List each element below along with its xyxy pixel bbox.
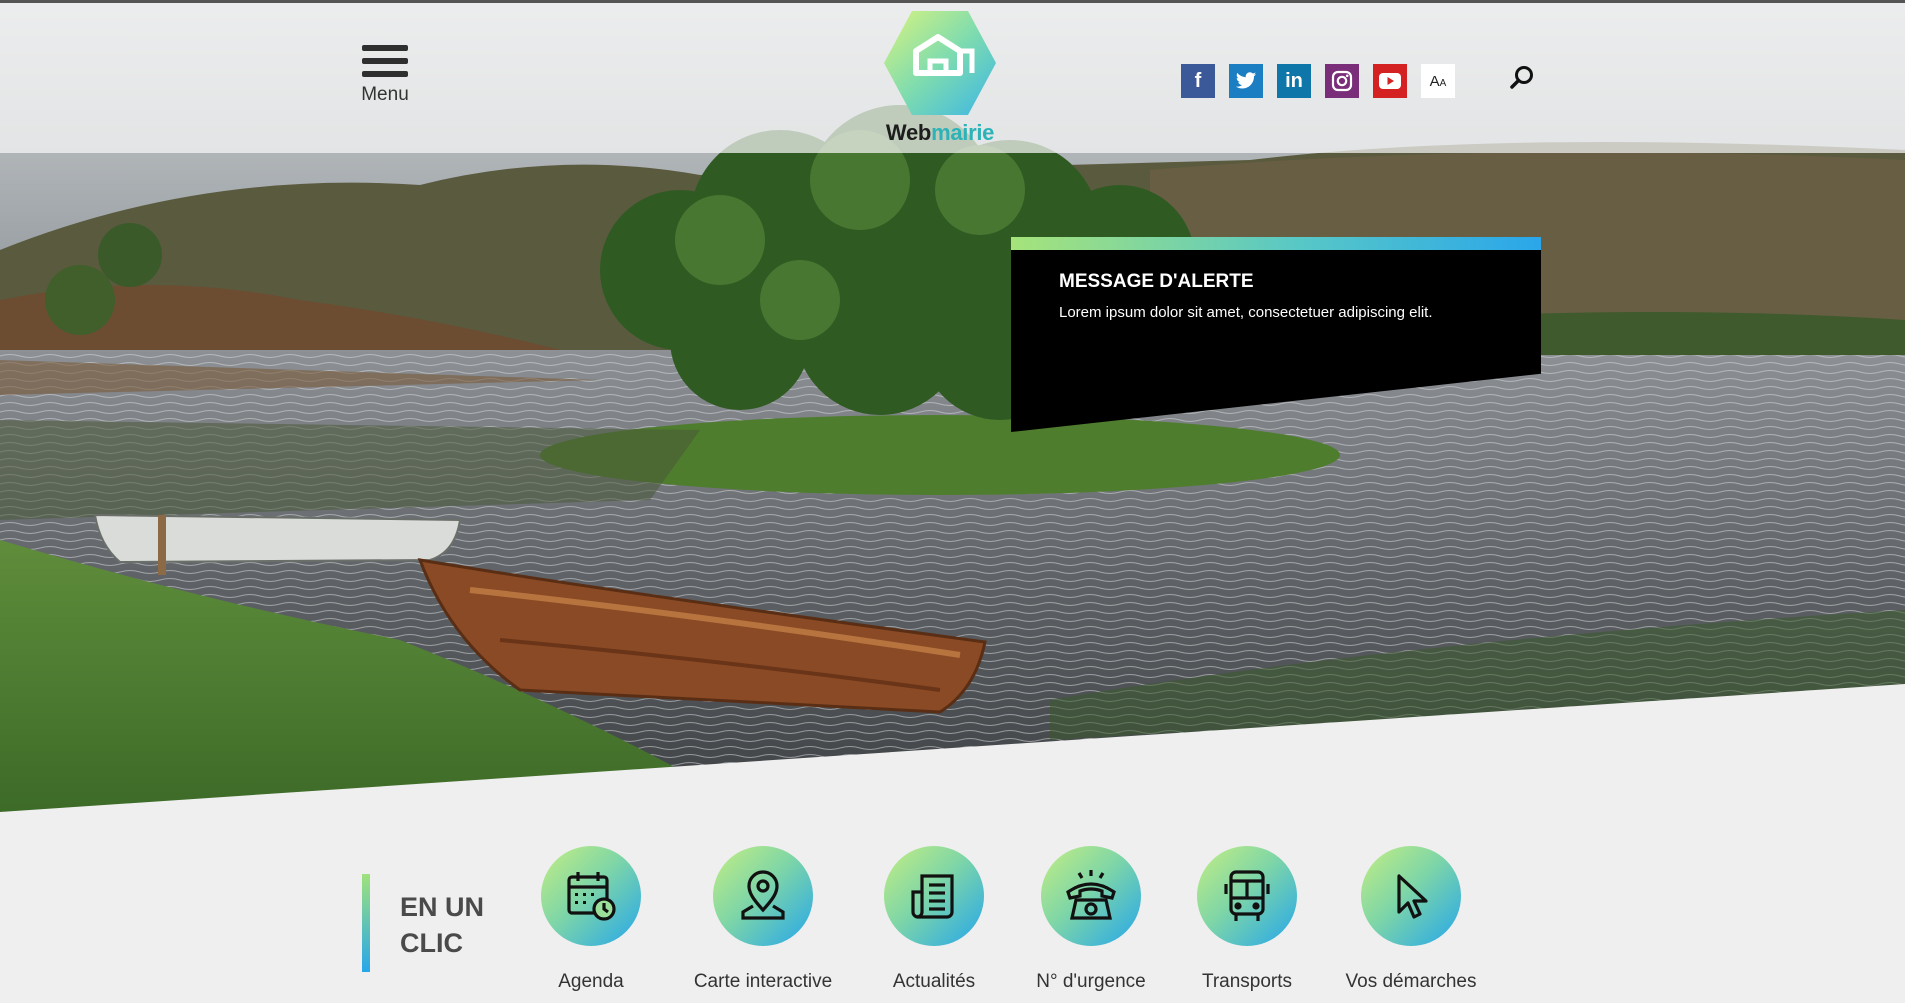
quick-link-circle — [541, 846, 641, 946]
alert-message: MESSAGE D'ALERTE Lorem ipsum dolor sit a… — [1011, 237, 1541, 432]
hamburger-icon — [362, 45, 408, 77]
twitter-link[interactable] — [1229, 64, 1263, 98]
text-size-button[interactable]: AA — [1421, 64, 1455, 98]
text-size-icon: AA — [1429, 72, 1447, 90]
linkedin-link[interactable]: in — [1277, 64, 1311, 98]
instagram-link[interactable] — [1325, 64, 1359, 98]
logo-wordmark: Webmairie — [885, 120, 995, 145]
social-links: f in AA — [1181, 64, 1455, 98]
newspaper-icon — [911, 874, 954, 919]
quick-link-label: N° d'urgence — [1036, 971, 1146, 992]
search-button[interactable] — [1508, 64, 1536, 92]
quick-link-circle — [1361, 846, 1461, 946]
alert-title: MESSAGE D'ALERTE — [1059, 271, 1254, 292]
quick-link-carte-interactive[interactable]: Carte interactive — [673, 846, 853, 993]
youtube-link[interactable] — [1373, 64, 1407, 98]
quick-link-vos-demarches[interactable]: Vos démarches — [1321, 846, 1501, 993]
quick-link-actualites[interactable]: Actualités — [844, 846, 1024, 993]
alert-text: Lorem ipsum dolor sit amet, consectetuer… — [1059, 304, 1433, 321]
linkedin-icon: in — [1285, 69, 1303, 92]
menu-button[interactable]: Menu — [350, 45, 420, 125]
site-logo[interactable]: Webmairie — [872, 11, 1008, 151]
cursor-pointer-icon — [1397, 874, 1428, 919]
quick-link-circle — [884, 846, 984, 946]
quick-link-label: Vos démarches — [1345, 971, 1477, 992]
quick-link-label: Carte interactive — [693, 971, 833, 992]
phone-alarm-icon — [1066, 870, 1116, 920]
quick-link-circle — [1197, 846, 1297, 946]
twitter-icon — [1235, 72, 1257, 89]
facebook-icon: f — [1194, 69, 1202, 92]
quick-link-label: Actualités — [892, 971, 976, 992]
menu-label: Menu — [361, 84, 409, 105]
quick-links-section: EN UN CLIC Agenda Carte interactive Actu… — [0, 812, 1905, 1003]
map-pin-icon — [741, 870, 785, 920]
quick-link-agenda[interactable]: Agenda — [501, 846, 681, 993]
quick-link-urgence[interactable]: N° d'urgence — [1001, 846, 1181, 993]
instagram-icon — [1331, 70, 1353, 92]
quick-link-label: Transports — [1201, 971, 1293, 992]
youtube-icon — [1379, 73, 1401, 89]
house-icon — [884, 11, 996, 115]
facebook-link[interactable]: f — [1181, 64, 1215, 98]
bus-icon — [1224, 870, 1270, 921]
section-accent-bar — [362, 874, 370, 972]
search-icon — [1510, 66, 1533, 89]
calendar-clock-icon — [567, 872, 616, 921]
quick-link-circle — [713, 846, 813, 946]
quick-link-label: Agenda — [558, 971, 624, 992]
quick-link-circle — [1041, 846, 1141, 946]
alert-accent-bar — [1011, 237, 1541, 250]
quick-link-transports[interactable]: Transports — [1157, 846, 1337, 993]
site-header: Menu Webmairie f in AA — [0, 0, 1905, 153]
